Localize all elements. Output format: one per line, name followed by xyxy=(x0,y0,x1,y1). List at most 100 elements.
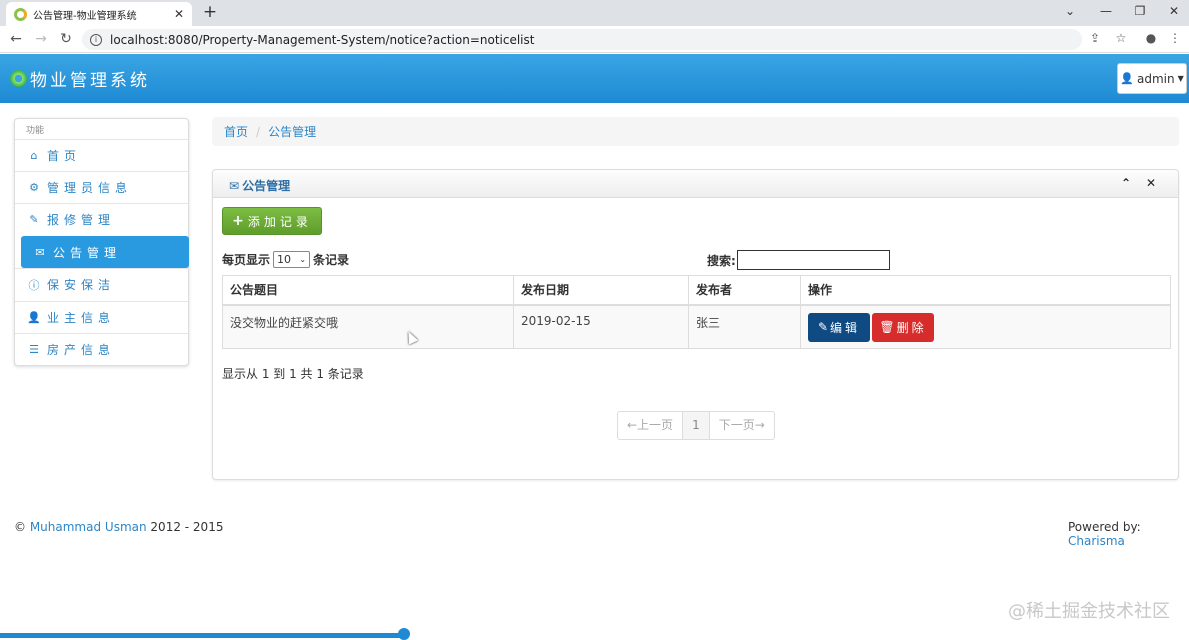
sidebar-item-label: 管理员信息 xyxy=(47,181,133,195)
copyright-years: 2012 - 2015 xyxy=(150,520,224,534)
powered-by-label: Powered by: xyxy=(1068,520,1141,534)
next-page-button[interactable]: 下一页→ xyxy=(710,412,774,439)
table-row: 没交物业的赶紧交哦 2019-02-15 张三 ✎ 编辑 🗑 删除 xyxy=(222,304,1171,349)
share-icon[interactable]: ⇪ xyxy=(1087,31,1103,45)
search-label: 搜索: xyxy=(707,253,736,268)
notice-panel: ✉ 公告管理 ⌃ ✕ + 添加记录 每页显示 10 ⌄ 条记录 搜索: 公告题目 … xyxy=(212,169,1179,480)
brand-title: 物业管理系统 xyxy=(30,71,150,91)
sidebar-item-notices[interactable]: ✉ 公告管理 xyxy=(21,236,189,268)
delete-button[interactable]: 🗑 删除 xyxy=(872,312,934,342)
edit-label: 编辑 xyxy=(830,320,861,335)
page-length-value: 10 xyxy=(277,253,292,266)
close-panel-icon[interactable]: ✕ xyxy=(1146,176,1156,190)
home-icon: ⌂ xyxy=(30,149,38,162)
video-progress-bar[interactable] xyxy=(0,633,404,638)
sidebar-item-label: 首页 xyxy=(47,149,82,163)
per-page-prefix: 每页显示 xyxy=(222,253,271,267)
wrench-icon: ✎ xyxy=(29,213,39,226)
envelope-icon: ✉ xyxy=(229,179,240,193)
edit-icon: ✎ xyxy=(817,320,829,334)
table-info: 显示从 1 到 1 共 1 条记录 xyxy=(222,367,364,381)
tab-title: 公告管理-物业管理系统 xyxy=(33,10,137,22)
browser-tab[interactable]: 公告管理-物业管理系统 ✕ xyxy=(6,2,192,26)
browser-menu-icon[interactable]: ⋮ xyxy=(1167,31,1183,45)
browser-toolbar: ← → ↻ i localhost:8080/Property-Manageme… xyxy=(0,26,1189,53)
address-bar[interactable]: i localhost:8080/Property-Management-Sys… xyxy=(82,29,1082,50)
user-icon: 👤 xyxy=(27,311,41,324)
sidebar-item-label: 报修管理 xyxy=(47,213,116,227)
breadcrumb-separator: / xyxy=(256,124,261,139)
favicon-icon xyxy=(14,7,27,21)
maximize-button[interactable]: ❐ xyxy=(1130,4,1150,18)
notice-table: 公告题目 发布日期 发布者 操作 没交物业的赶紧交哦 2019-02-15 张三… xyxy=(222,275,1171,349)
page-1-button[interactable]: 1 xyxy=(682,412,710,439)
tab-close-icon[interactable]: ✕ xyxy=(174,7,184,21)
collapse-chevron-up-icon[interactable]: ⌃ xyxy=(1121,176,1131,190)
breadcrumb: 首页 / 公告管理 xyxy=(212,117,1179,146)
add-record-button[interactable]: + 添加记录 xyxy=(222,207,322,235)
sidebar-item-admin-info[interactable]: ⚙ 管理员信息 xyxy=(15,171,188,203)
list-icon: ☰ xyxy=(29,343,39,356)
breadcrumb-current[interactable]: 公告管理 xyxy=(268,123,316,140)
app-header: 物业管理系统 👤 admin ▼ xyxy=(0,54,1189,103)
video-progress-handle[interactable] xyxy=(398,628,410,640)
user-name: admin xyxy=(1136,71,1175,86)
footer-powered-by: Powered by: Charisma xyxy=(1068,520,1189,548)
pagination: ←上一页 1 下一页→ xyxy=(617,411,775,440)
site-info-icon[interactable]: i xyxy=(90,33,102,46)
info-icon: ⓘ xyxy=(28,278,40,292)
plus-icon: + xyxy=(232,213,244,229)
cell-author: 张三 xyxy=(688,304,801,349)
charisma-link[interactable]: Charisma xyxy=(1068,534,1125,548)
delete-label: 删除 xyxy=(896,320,927,335)
sidebar-item-label: 保安保洁 xyxy=(47,278,116,292)
forward-arrow-icon[interactable]: → xyxy=(33,31,49,47)
prev-page-button[interactable]: ←上一页 xyxy=(618,412,682,439)
user-icon: 👤 xyxy=(1120,72,1134,85)
back-arrow-icon[interactable]: ← xyxy=(8,31,24,47)
brand[interactable]: 物业管理系统 xyxy=(10,66,150,91)
search-input[interactable] xyxy=(736,250,890,270)
footer-copyright: © Muhammad Usman 2012 - 2015 xyxy=(14,520,223,534)
column-header-date[interactable]: 发布日期 xyxy=(513,275,689,306)
new-tab-button[interactable]: + xyxy=(201,3,219,21)
breadcrumb-home-link[interactable]: 首页 xyxy=(224,123,248,140)
url-text: localhost:8080/Property-Management-Syste… xyxy=(110,32,535,47)
sidebar-item-security-cleaning[interactable]: ⓘ 保安保洁 xyxy=(15,268,188,300)
sidebar-item-owners[interactable]: 👤 业主信息 xyxy=(15,301,188,333)
close-window-button[interactable]: ✕ xyxy=(1164,4,1184,18)
edit-button[interactable]: ✎ 编辑 xyxy=(808,312,870,342)
panel-header: ✉ 公告管理 ⌃ ✕ xyxy=(213,170,1178,198)
add-record-label: 添加记录 xyxy=(247,214,312,229)
minimize-button[interactable]: — xyxy=(1096,4,1116,18)
sidebar-item-label: 房产信息 xyxy=(47,343,116,357)
copyright-symbol: © xyxy=(14,520,26,534)
sidebar-item-home[interactable]: ⌂ 首页 xyxy=(15,139,188,171)
search-control: 搜索: xyxy=(707,250,890,270)
panel-title: ✉ 公告管理 xyxy=(229,177,290,194)
user-menu-button[interactable]: 👤 admin ▼ xyxy=(1117,63,1187,94)
author-link[interactable]: Muhammad Usman xyxy=(30,520,147,534)
sidebar-item-label: 公告管理 xyxy=(53,245,122,260)
cell-title: 没交物业的赶紧交哦 xyxy=(222,304,514,349)
sidebar: 功能 ⌂ 首页 ⚙ 管理员信息 ✎ 报修管理 ✉ 公告管理 ⓘ 保安保洁 👤 业… xyxy=(14,118,189,366)
page-length-select[interactable]: 10 ⌄ xyxy=(273,251,311,268)
caret-down-icon: ▼ xyxy=(1177,74,1184,83)
sidebar-item-repairs[interactable]: ✎ 报修管理 xyxy=(15,203,188,235)
column-header-author[interactable]: 发布者 xyxy=(688,275,801,306)
profile-icon[interactable]: ● xyxy=(1143,31,1159,45)
column-header-actions[interactable]: 操作 xyxy=(800,275,1171,306)
column-header-title[interactable]: 公告题目 xyxy=(222,275,514,306)
tab-search-icon[interactable]: ⌄ xyxy=(1060,4,1080,18)
envelope-icon: ✉ xyxy=(35,245,45,259)
panel-title-text: 公告管理 xyxy=(242,179,291,193)
cell-actions: ✎ 编辑 🗑 删除 xyxy=(800,304,1171,349)
trash-icon: 🗑 xyxy=(879,320,895,334)
cell-date: 2019-02-15 xyxy=(513,304,689,349)
chevron-down-icon: ⌄ xyxy=(299,255,307,264)
bookmark-star-icon[interactable]: ☆ xyxy=(1113,31,1129,45)
reload-icon[interactable]: ↻ xyxy=(58,31,74,47)
sidebar-heading: 功能 xyxy=(26,126,45,136)
browser-tab-bar: 公告管理-物业管理系统 ✕ + ⌄ — ❐ ✕ xyxy=(0,0,1189,26)
sidebar-item-property[interactable]: ☰ 房产信息 xyxy=(15,333,188,365)
